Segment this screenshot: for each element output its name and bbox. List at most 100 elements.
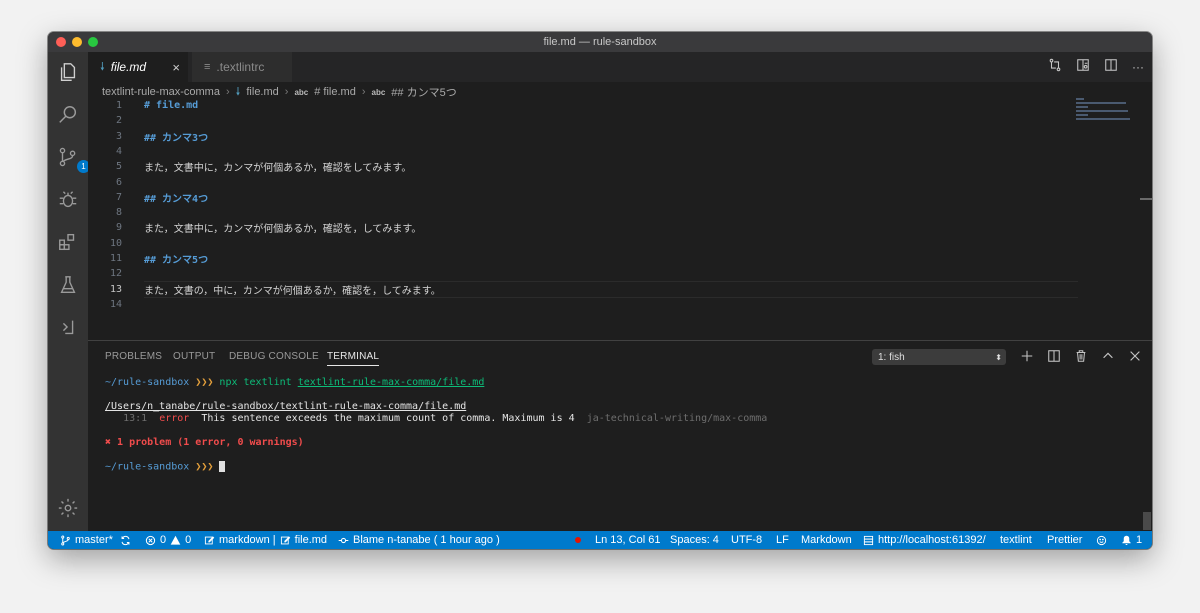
overview-ruler-mark xyxy=(1140,198,1152,200)
live-server-status[interactable]: http://localhost:61392/ xyxy=(863,531,986,549)
new-terminal-icon[interactable] xyxy=(1020,349,1034,368)
tab-terminal[interactable]: TERMINAL xyxy=(327,351,380,366)
terminal-summary: ✖ 1 problem (1 error, 0 warnings) xyxy=(105,437,304,448)
error-icon xyxy=(145,535,156,545)
editor-line[interactable]: 4 xyxy=(88,144,1088,159)
edit-icon xyxy=(204,535,215,544)
line-number: 1 xyxy=(115,100,122,111)
tab-output[interactable]: OUTPUT xyxy=(173,351,215,362)
minimize-window-button[interactable] xyxy=(72,37,82,47)
record-dot-icon xyxy=(575,537,581,543)
terminal-command: npx textlint xyxy=(219,377,292,388)
editor-line[interactable]: 5 また，文書中に，カンマが何個あるか，確認をしてみます。 xyxy=(88,159,1088,174)
indentation[interactable]: Spaces: 4 xyxy=(670,531,719,549)
error-position: 13:1 xyxy=(123,413,148,424)
warning-count: 0 xyxy=(185,534,192,546)
source-control-icon[interactable]: 1 xyxy=(56,145,90,173)
explorer-icon[interactable] xyxy=(56,60,80,84)
live-server-url: http://localhost:61392/ xyxy=(878,534,986,546)
markdown-breadcrumb-status[interactable]: markdown | file.md xyxy=(204,531,327,549)
split-terminal-icon[interactable] xyxy=(1047,349,1061,368)
symbol-string-icon: abc xyxy=(371,87,386,97)
test-flask-icon[interactable] xyxy=(56,273,80,297)
encoding[interactable]: UTF-8 xyxy=(731,531,762,549)
textlint-status[interactable]: textlint xyxy=(1000,531,1032,549)
tab-label: .textlintrc xyxy=(216,60,265,74)
search-icon[interactable] xyxy=(56,103,80,127)
tab-debug-console[interactable]: DEBUG CONSOLE xyxy=(229,351,319,362)
error-count: 0 xyxy=(160,534,167,546)
split-editor-icon[interactable] xyxy=(1104,58,1118,77)
notification-count: 1 xyxy=(1136,534,1143,546)
git-blame-status[interactable]: Blame n-tanabe ( 1 hour ago ) xyxy=(338,531,500,549)
breadcrumb-folder[interactable]: textlint-rule-max-comma xyxy=(102,86,220,98)
feedback-smiley-icon[interactable] xyxy=(1096,531,1107,549)
terminal-file-path[interactable]: /Users/n_tanabe/rule-sandbox/textlint-ru… xyxy=(105,401,466,412)
close-window-button[interactable] xyxy=(56,37,66,47)
editor-line[interactable]: 14 xyxy=(88,297,1088,312)
line-number: 5 xyxy=(115,161,122,173)
editor-line[interactable]: 12 xyxy=(88,266,1088,281)
breadcrumb-separator: › xyxy=(284,86,289,98)
cursor-position[interactable]: Ln 13, Col 61 xyxy=(595,531,660,549)
editor-line[interactable]: 3 ## カンマ3つ xyxy=(88,129,1088,144)
record-indicator[interactable] xyxy=(575,531,581,549)
branch-name: master* xyxy=(75,534,113,546)
notifications[interactable]: 1 xyxy=(1121,531,1142,549)
prettier-status[interactable]: Prettier xyxy=(1047,531,1082,549)
editor-line[interactable]: 13 また，文書の，中に，カンマが何個あるか，確認を，してみます。 xyxy=(88,282,1088,297)
editor-line[interactable]: 11 ## カンマ5つ xyxy=(88,251,1088,266)
line-number: 4 xyxy=(115,145,122,157)
status-file: file.md xyxy=(294,534,328,546)
tab-label: file.md xyxy=(110,60,147,74)
sync-icon[interactable] xyxy=(120,531,131,549)
line-number: 3 xyxy=(115,130,122,142)
extensions-icon[interactable] xyxy=(56,230,80,254)
terminal-prompt: ~/rule-sandbox xyxy=(105,461,190,473)
gear-icon[interactable] xyxy=(56,496,80,520)
editor-line[interactable]: 9 また，文書中に，カンマが何個あるか，確認を，してみます。 xyxy=(88,220,1088,235)
tab-problems[interactable]: PROBLEMS xyxy=(105,351,162,362)
editor-line[interactable]: 2 xyxy=(88,113,1088,128)
breadcrumb-heading-1[interactable]: # file.md xyxy=(314,86,356,98)
line-number: 12 xyxy=(109,268,122,280)
tab-file-md[interactable]: 🠗 file.md × xyxy=(88,52,188,82)
editor-line[interactable]: 1 # file.md xyxy=(88,98,1088,113)
line-number: 7 xyxy=(115,191,122,203)
language-mode[interactable]: Markdown xyxy=(801,531,852,549)
branch-indicator[interactable]: master* xyxy=(60,531,113,549)
compare-changes-icon[interactable] xyxy=(1048,58,1062,77)
terminal-select[interactable]: 1: fish ⬍ xyxy=(872,349,1006,365)
chevron-up-icon[interactable] xyxy=(1101,349,1115,368)
more-actions-icon[interactable]: ··· xyxy=(1132,60,1144,74)
git-commit-icon xyxy=(338,537,349,543)
line-number: 13 xyxy=(109,283,122,295)
code-editor[interactable]: 1 # file.md 2 3 ## カンマ3つ 4 5 また，文書中に，カンマが何個あるか，… xyxy=(88,98,1152,340)
zoom-window-button[interactable] xyxy=(88,37,98,47)
terminal-cursor xyxy=(219,461,226,472)
terminal-scrollbar[interactable] xyxy=(1143,512,1151,530)
line-number: 11 xyxy=(109,253,122,264)
editor-line[interactable]: 8 xyxy=(88,205,1088,220)
close-panel-icon[interactable] xyxy=(1128,349,1142,368)
terminal-prompt-line[interactable]: ~/rule-sandbox ❯❯❯ xyxy=(105,461,226,473)
title-bar: file.md — rule-sandbox xyxy=(48,32,1152,52)
editor-line[interactable]: 10 xyxy=(88,236,1088,251)
editor-line[interactable]: 6 xyxy=(88,175,1088,190)
minimap[interactable] xyxy=(1076,98,1136,138)
remote-icon[interactable] xyxy=(56,315,80,339)
close-icon[interactable]: × xyxy=(172,60,180,75)
trash-icon[interactable] xyxy=(1074,349,1088,368)
editor-tabs: 🠗 file.md × ≡ .textlintrc ··· xyxy=(88,52,1152,82)
editor-line[interactable]: 7 ## カンマ4つ xyxy=(88,190,1088,205)
status-bar: master* 0 0 markdown | file.md Blame n-t… xyxy=(48,531,1152,549)
problems-indicator[interactable]: 0 0 xyxy=(145,531,191,549)
end-of-line[interactable]: LF xyxy=(776,531,789,549)
terminal-command-arg[interactable]: textlint-rule-max-comma/file.md xyxy=(298,377,485,388)
blame-text: Blame n-tanabe ( 1 hour ago ) xyxy=(353,534,500,546)
breadcrumb-file[interactable]: file.md xyxy=(246,86,278,98)
tab-textlintrc[interactable]: ≡ .textlintrc xyxy=(192,52,292,82)
error-message: This sentence exceeds the maximum count … xyxy=(201,413,575,424)
debug-icon[interactable] xyxy=(56,188,80,212)
open-preview-icon[interactable] xyxy=(1076,58,1090,77)
